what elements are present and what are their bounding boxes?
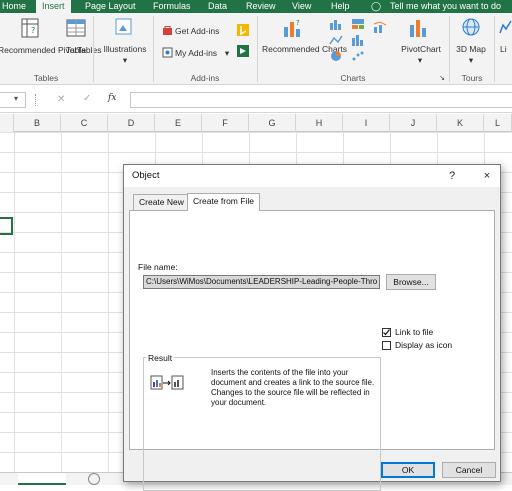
- sparkline-icon[interactable]: [499, 17, 512, 41]
- dialog-launcher-icon[interactable]: ↘: [438, 74, 446, 84]
- chevron-down-icon[interactable]: ▾: [223, 48, 231, 58]
- table-label: Table: [65, 45, 87, 55]
- splitter-handle[interactable]: [35, 94, 37, 106]
- ok-button[interactable]: OK: [381, 462, 435, 478]
- tab-create-new[interactable]: Create New: [133, 194, 190, 210]
- people-graph-icon[interactable]: [237, 45, 249, 59]
- chevron-down-icon: ▾: [122, 55, 128, 65]
- addins-group-label: Add-ins: [190, 73, 220, 83]
- tab-help[interactable]: Help: [331, 0, 350, 13]
- tours-group-label: Tours: [461, 73, 483, 83]
- insert-function-button[interactable]: fx: [108, 93, 116, 103]
- column-header-j[interactable]: J: [390, 114, 437, 132]
- result-label: Result: [146, 353, 175, 363]
- object-dialog: Object ? × Create New Create from File F…: [123, 164, 501, 491]
- recommended-pivottables-icon[interactable]: ?: [20, 17, 42, 43]
- hierarchy-chart-icon[interactable]: [351, 18, 365, 32]
- scatter-chart-icon[interactable]: [351, 50, 365, 64]
- display-as-icon-label[interactable]: Display as icon: [395, 340, 452, 350]
- combo-chart-icon[interactable]: [373, 21, 387, 35]
- link-to-file-label[interactable]: Link to file: [395, 327, 433, 337]
- globe-icon[interactable]: [461, 17, 481, 41]
- sparkline-label: Li: [500, 44, 507, 54]
- column-header-k[interactable]: K: [437, 114, 484, 132]
- tables-group-label: Tables: [33, 73, 59, 83]
- line-chart-icon[interactable]: [329, 34, 343, 48]
- file-name-field[interactable]: C:\Users\WiMos\Documents\LEADERSHIP-Lead…: [143, 275, 380, 289]
- my-addins-icon: [162, 47, 173, 60]
- active-cell[interactable]: [0, 217, 13, 235]
- column-header-l[interactable]: L: [484, 114, 512, 132]
- pivotchart-icon[interactable]: [408, 17, 428, 41]
- separator: [93, 16, 94, 82]
- svg-text:?: ?: [296, 19, 300, 27]
- enter-icon[interactable]: ✓: [83, 93, 91, 104]
- cancel-button[interactable]: Cancel: [442, 462, 496, 478]
- column-header-i[interactable]: I: [343, 114, 390, 132]
- tab-data[interactable]: Data: [208, 0, 227, 13]
- checkmark-icon: [383, 329, 390, 336]
- display-as-icon-checkbox[interactable]: [382, 341, 391, 350]
- result-description: Inserts the contents of the file into yo…: [211, 368, 375, 407]
- file-name-label: File name:: [138, 262, 178, 272]
- illustrations-label: Illustrations: [103, 44, 147, 54]
- ribbon-tab-bar: Home Insert Page Layout Formulas Data Re…: [0, 0, 512, 13]
- chevron-down-icon[interactable]: ▾: [14, 94, 18, 103]
- svg-text:?: ?: [31, 26, 35, 35]
- charts-group-label: Charts: [340, 73, 366, 83]
- link-file-icon: [150, 374, 188, 392]
- dialog-title: Object: [132, 170, 160, 181]
- new-sheet-icon[interactable]: [88, 473, 100, 485]
- formula-input[interactable]: [130, 92, 512, 108]
- sheet-tab[interactable]: [18, 473, 66, 485]
- browse-button[interactable]: Browse...: [386, 274, 436, 290]
- get-addins-button[interactable]: Get Add-ins: [175, 26, 219, 36]
- name-box[interactable]: [0, 92, 26, 108]
- 3d-map-label: 3D Map: [456, 44, 486, 54]
- store-icon: [162, 25, 173, 38]
- tab-review[interactable]: Review: [246, 0, 276, 13]
- recommended-pivottables-label: Recommended PivotTables: [0, 45, 102, 55]
- recommended-charts-label: Recommended Charts: [262, 44, 348, 54]
- formula-bar: ▾ ✕ ✓ fx: [0, 86, 512, 113]
- tab-home[interactable]: Home: [2, 0, 26, 13]
- ribbon: ? Recommended PivotTables Table Tables I…: [0, 13, 512, 85]
- bing-maps-icon[interactable]: [237, 24, 249, 38]
- column-header-c[interactable]: C: [61, 114, 108, 132]
- chevron-down-icon[interactable]: ▾: [415, 55, 425, 65]
- column-header-h[interactable]: H: [296, 114, 343, 132]
- column-header-b[interactable]: B: [14, 114, 61, 132]
- pie-chart-icon[interactable]: [329, 50, 343, 64]
- tell-me-search[interactable]: Tell me what you want to do: [390, 0, 501, 13]
- lightbulb-icon: ◯: [371, 1, 382, 11]
- close-icon[interactable]: ×: [478, 168, 496, 184]
- select-all-corner[interactable]: [0, 114, 14, 132]
- dialog-titlebar[interactable]: Object ? ×: [124, 165, 500, 187]
- column-chart-icon[interactable]: [329, 18, 343, 32]
- tab-create-from-file[interactable]: Create from File: [187, 193, 260, 211]
- column-header-g[interactable]: G: [249, 114, 296, 132]
- statistic-chart-icon[interactable]: [351, 34, 365, 48]
- tab-view[interactable]: View: [292, 0, 311, 13]
- column-header: B C D E F G H I J K L: [0, 114, 512, 132]
- cancel-icon[interactable]: ✕: [57, 94, 65, 105]
- help-button[interactable]: ?: [443, 168, 461, 184]
- tab-page-layout[interactable]: Page Layout: [85, 0, 136, 13]
- separator: [494, 16, 495, 82]
- column-header-e[interactable]: E: [155, 114, 202, 132]
- column-header-f[interactable]: F: [202, 114, 249, 132]
- pivotchart-label: PivotChart: [401, 44, 441, 54]
- tab-insert[interactable]: Insert: [36, 0, 71, 13]
- dialog-panel: File name: C:\Users\WiMos\Documents\LEAD…: [129, 210, 495, 491]
- table-icon[interactable]: [66, 17, 86, 43]
- illustrations-icon[interactable]: [114, 17, 134, 41]
- link-to-file-checkbox[interactable]: [382, 328, 391, 337]
- recommended-charts-icon[interactable]: ?: [282, 17, 304, 43]
- column-header-d[interactable]: D: [108, 114, 155, 132]
- chevron-down-icon[interactable]: ▾: [466, 55, 476, 65]
- my-addins-button[interactable]: My Add-ins: [175, 48, 217, 58]
- tab-formulas[interactable]: Formulas: [153, 0, 191, 13]
